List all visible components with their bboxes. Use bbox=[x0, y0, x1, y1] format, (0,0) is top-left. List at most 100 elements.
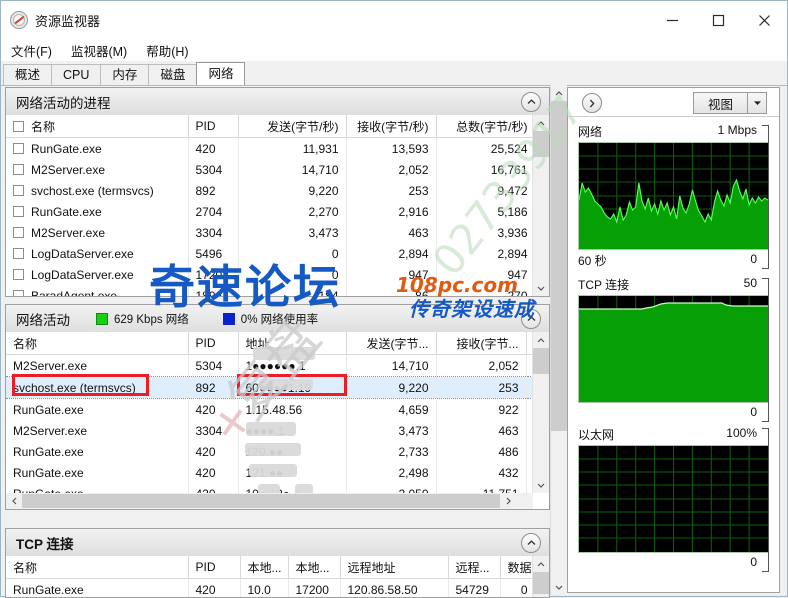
col-local-port[interactable]: 本地... bbox=[288, 556, 341, 579]
network-processes-header[interactable]: 网络活动的进程 bbox=[6, 88, 549, 116]
table-row[interactable]: M2Server.exe 5304 14,710 2,052 16,761 bbox=[6, 159, 536, 180]
tab-network[interactable]: 网络 bbox=[196, 62, 246, 85]
table-row[interactable]: RunGate.exe 420 11,931 13,593 25,524 bbox=[6, 137, 536, 159]
col-send[interactable]: 发送(字节/秒) bbox=[238, 115, 347, 138]
cell-name: LogDataServer.exe bbox=[6, 243, 189, 264]
minimize-button[interactable] bbox=[649, 1, 695, 39]
col-name[interactable]: 名称 bbox=[6, 332, 189, 355]
scrollbar-thumb[interactable] bbox=[533, 572, 549, 594]
row-checkbox[interactable] bbox=[13, 247, 24, 259]
scroll-right-icon[interactable] bbox=[500, 493, 516, 509]
tab-cpu[interactable]: CPU bbox=[51, 64, 102, 85]
row-checkbox[interactable] bbox=[13, 289, 24, 296]
scroll-up-icon[interactable] bbox=[533, 332, 549, 348]
row-checkbox[interactable] bbox=[13, 142, 24, 154]
cell-remote-port: 54729 bbox=[448, 578, 501, 597]
chart-network-labels: 网络 1 Mbps bbox=[578, 123, 769, 140]
cell-recv: 11,751 bbox=[436, 483, 527, 493]
scroll-up-icon[interactable] bbox=[533, 556, 549, 572]
title-bar: 资源监视器 bbox=[1, 1, 787, 39]
row-checkbox[interactable] bbox=[13, 205, 24, 217]
chevron-up-icon[interactable] bbox=[521, 92, 541, 112]
cell-send: 14,710 bbox=[238, 159, 347, 180]
chevron-right-icon[interactable] bbox=[582, 93, 602, 113]
table-row[interactable]: RunGate.exe 2704 2,270 2,916 5,186 bbox=[6, 201, 536, 222]
col-local-address[interactable]: 本地... bbox=[240, 556, 289, 579]
activity-horizontal-scrollbar[interactable] bbox=[6, 493, 533, 509]
tcp-table-wrap: 名称 PID 本地... 本地... 远程地址 远程... 数据... RunG… bbox=[6, 556, 549, 597]
close-button[interactable] bbox=[741, 1, 787, 39]
scrollbar-thumb[interactable] bbox=[551, 101, 567, 431]
table-row[interactable]: BaradAgent.exe 1896 184 86 270 bbox=[6, 285, 536, 296]
tab-disk[interactable]: 磁盘 bbox=[148, 64, 198, 85]
scrollbar-thumb[interactable] bbox=[22, 494, 500, 508]
scroll-down-icon[interactable] bbox=[533, 477, 549, 493]
cell-pid: 420 bbox=[188, 398, 239, 420]
row-checkbox[interactable] bbox=[13, 268, 24, 280]
tcp-connections-panel: TCP 连接 名称 PID 本地... 本地... 远程地址 远程... 数据 … bbox=[5, 528, 550, 598]
chevron-up-icon[interactable] bbox=[521, 309, 541, 329]
cell-recv: 2,052 bbox=[436, 354, 527, 377]
chart-ethernet: 以太网 100% 0 bbox=[568, 426, 779, 572]
col-recv[interactable]: 接收(字节... bbox=[436, 332, 527, 355]
row-checkbox[interactable] bbox=[13, 163, 24, 175]
scroll-left-icon[interactable] bbox=[6, 493, 22, 509]
chart-ethernet-footer: 0 bbox=[578, 555, 769, 569]
table-header-row: 名称 PID 发送(字节/秒) 接收(字节/秒) 总数(字节/秒) bbox=[6, 115, 536, 138]
chevron-down-icon[interactable] bbox=[747, 93, 766, 113]
scroll-down-icon[interactable] bbox=[533, 280, 549, 296]
menu-item-help[interactable]: 帮助(H) bbox=[146, 41, 188, 60]
view-dropdown-button[interactable]: 视图 bbox=[692, 92, 767, 114]
scroll-up-icon[interactable] bbox=[551, 85, 567, 101]
tcp-connections-header[interactable]: TCP 连接 bbox=[6, 529, 549, 557]
col-remote-port[interactable]: 远程... bbox=[448, 556, 501, 579]
main-vertical-scrollbar[interactable] bbox=[550, 85, 567, 595]
col-pid[interactable]: PID bbox=[188, 556, 241, 579]
col-pid[interactable]: PID bbox=[188, 115, 239, 138]
tcp-vertical-scrollbar[interactable] bbox=[532, 556, 549, 597]
tab-memory[interactable]: 内存 bbox=[100, 64, 150, 85]
col-remote-address[interactable]: 远程地址 bbox=[340, 556, 449, 579]
table-row[interactable]: LogDataServer.exe 5496 0 2,894 2,894 bbox=[6, 243, 536, 264]
scroll-up-icon[interactable] bbox=[533, 115, 549, 131]
menu-item-file[interactable]: 文件(F) bbox=[11, 41, 52, 60]
row-checkbox[interactable] bbox=[13, 184, 24, 196]
cell-send: 2,270 bbox=[238, 201, 347, 222]
col-name[interactable]: 名称 bbox=[6, 115, 189, 138]
chart-ethernet-min: 0 bbox=[750, 555, 757, 569]
row-checkbox[interactable] bbox=[13, 226, 24, 238]
cell-recv: 432 bbox=[436, 462, 527, 483]
scrollbar-thumb[interactable] bbox=[533, 348, 549, 374]
table-row[interactable]: RunGate.exe 420 10.0 17200 120.86.58.50 54729… bbox=[6, 578, 536, 597]
col-total[interactable]: 总数(字节/秒) bbox=[436, 115, 536, 138]
tab-overview[interactable]: 概述 bbox=[3, 64, 53, 85]
cell-total: 9,472 bbox=[436, 180, 536, 201]
col-pid[interactable]: PID bbox=[188, 332, 239, 355]
table-row[interactable]: svchost.exe (termsvcs) 892 9,220 253 9,472 bbox=[6, 180, 536, 201]
maximize-button[interactable] bbox=[695, 1, 741, 39]
table-row[interactable]: RunGate.exe 420 1.15.48.56 4,659 922 bbox=[6, 398, 536, 420]
redaction-blob bbox=[245, 443, 301, 456]
col-name[interactable]: 名称 bbox=[6, 556, 189, 579]
cell-pid: 420 bbox=[188, 578, 241, 597]
cell-pid: 1896 bbox=[188, 285, 239, 296]
cell-name: BaradAgent.exe bbox=[6, 285, 189, 296]
view-button-label: 视图 bbox=[707, 97, 733, 112]
scrollbar-thumb[interactable] bbox=[533, 131, 549, 157]
chart-ethernet-title: 以太网 bbox=[578, 428, 615, 442]
chart-network-title: 网络 bbox=[578, 125, 603, 139]
table-row[interactable]: LogDataServer.exe 1720 0 947 947 bbox=[6, 264, 536, 285]
table-row[interactable]: M2Server.exe 3304 3,473 463 3,936 bbox=[6, 222, 536, 243]
col-packet-loss[interactable]: 数据... bbox=[500, 556, 536, 579]
col-send[interactable]: 发送(字节... bbox=[346, 332, 437, 355]
cell-total: 270 bbox=[436, 285, 536, 296]
scroll-down-icon[interactable] bbox=[551, 579, 567, 595]
col-recv[interactable]: 接收(字节/秒) bbox=[346, 115, 437, 138]
activity-vertical-scrollbar[interactable] bbox=[532, 332, 549, 493]
processes-vertical-scrollbar[interactable] bbox=[532, 115, 549, 296]
network-activity-header[interactable]: 网络活动 629 Kbps 网络 0% 网络使用率 bbox=[6, 305, 549, 333]
cell-pid: 420 bbox=[188, 483, 239, 493]
select-all-checkbox[interactable] bbox=[13, 120, 24, 132]
menu-item-monitor[interactable]: 监视器(M) bbox=[71, 41, 127, 60]
chevron-up-icon[interactable] bbox=[521, 533, 541, 553]
